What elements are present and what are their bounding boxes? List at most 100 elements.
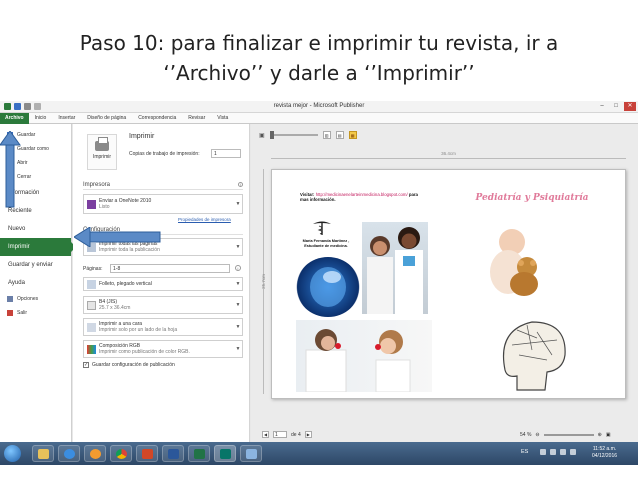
tray-volume-icon[interactable] <box>560 449 566 455</box>
tab-vista[interactable]: Vista <box>211 113 234 124</box>
chevron-down-icon: ▼ <box>235 244 241 250</box>
info-icon[interactable]: i <box>235 265 241 271</box>
multi-page-icon[interactable]: ▤ <box>335 131 344 139</box>
printer-dropdown[interactable]: Enviar a OneNote 2010 Listo ▼ <box>83 194 243 214</box>
preview-toolbar: ▣ ▥ ▤ ▦ <box>259 131 357 139</box>
zoom-in-icon[interactable]: ⊕ <box>598 432 602 438</box>
taskbar-ie[interactable] <box>58 445 80 462</box>
taskbar-publisher[interactable] <box>214 445 236 462</box>
save-settings-option[interactable]: ✓ Guardar configuración de publicación <box>83 362 175 368</box>
system-tray <box>540 449 576 455</box>
copies-input[interactable]: 1 <box>211 149 241 158</box>
chevron-down-icon: ▼ <box>235 201 241 207</box>
paper-sub: 25.7 x 36.4cm <box>99 305 131 311</box>
nav-opciones[interactable]: Opciones <box>0 292 71 306</box>
chevron-down-icon: ▼ <box>235 324 241 330</box>
sheet-view-icon[interactable]: ▦ <box>348 131 357 139</box>
tab-archivo[interactable]: Archivo <box>0 112 29 124</box>
nav-salir-label: Salir <box>17 310 28 316</box>
ribbon-tabs: Archivo Inicio Insertar Diseño de página… <box>0 112 638 124</box>
pages-input[interactable]: 1-8 <box>110 264 230 273</box>
prev-page-button[interactable]: ◀ <box>262 431 269 438</box>
nav-salir[interactable]: Salir <box>0 306 71 320</box>
zoom-slider[interactable] <box>543 434 594 436</box>
taskbar-word[interactable] <box>162 445 184 462</box>
paper-icon <box>87 300 96 310</box>
tab-insertar[interactable]: Insertar <box>52 113 81 124</box>
baby-photo <box>472 220 552 300</box>
color-dropdown[interactable]: Composición RGB Imprimir como publicació… <box>83 340 243 358</box>
phrenology-head-image <box>477 310 587 395</box>
print-heading: Imprimir <box>129 133 155 140</box>
layout-dropdown[interactable]: Folleto, plegado vertical ▼ <box>83 277 243 291</box>
language-indicator[interactable]: ES <box>521 449 528 455</box>
zoom-out-icon[interactable]: ▣ <box>259 132 265 139</box>
one-sided-icon <box>87 322 96 332</box>
start-button[interactable] <box>4 445 21 462</box>
fit-page-icon[interactable]: ▣ <box>606 432 611 438</box>
print-button[interactable]: Imprimir <box>87 134 117 170</box>
nav-ayuda[interactable]: Ayuda <box>0 274 71 292</box>
word-icon <box>168 449 179 459</box>
print-range-sub: Imprimir toda la publicación <box>99 247 160 253</box>
doctors-photo <box>362 222 428 314</box>
maximize-button[interactable]: □ <box>610 102 622 111</box>
horizontal-ruler: 36.4cm <box>271 151 626 159</box>
tab-diseno-pagina[interactable]: Diseño de página <box>81 113 132 124</box>
visit-text: Visitar: http://medicinaenelarteinmedici… <box>300 192 420 202</box>
print-preview: ▣ ▥ ▤ ▦ 36.4cm 25.7cm Visitar: http://me… <box>251 124 638 442</box>
phrenology-illustration <box>502 321 566 391</box>
print-button-label: Imprimir <box>92 154 112 160</box>
doctors-illustration <box>367 227 423 314</box>
exit-icon <box>7 310 13 316</box>
nav-guardar-enviar[interactable]: Guardar y enviar <box>0 256 71 274</box>
brain-illustration <box>310 267 346 307</box>
color-text: Composición RGB Imprimir como publicació… <box>99 343 234 355</box>
taskbar-powerpoint[interactable] <box>136 445 158 462</box>
taskbar-media[interactable] <box>84 445 106 462</box>
window-title: revista mejor - Microsoft Publisher <box>273 103 365 109</box>
clock-date: 04/12/2016 <box>592 453 618 459</box>
print-settings-panel: Imprimir Imprimir Copias de trabajo de i… <box>73 124 250 442</box>
nav-nuevo[interactable]: Nuevo <box>0 220 71 238</box>
paper-size-dropdown[interactable]: B4 (JIS) 25.7 x 36.4cm ▼ <box>83 296 243 314</box>
info-icon[interactable]: i <box>238 182 243 187</box>
paint-icon <box>246 449 257 459</box>
caduceus-icon <box>313 221 331 235</box>
zoom-out-icon[interactable]: ⊖ <box>535 432 539 438</box>
printer-dropdown-text: Enviar a OneNote 2010 Listo <box>99 198 234 210</box>
tray-battery-icon[interactable] <box>570 449 576 455</box>
save-settings-checkbox[interactable]: ✓ <box>83 362 89 368</box>
taskbar-excel[interactable] <box>188 445 210 462</box>
taskbar-explorer[interactable] <box>32 445 54 462</box>
nav-opciones-label: Opciones <box>17 296 39 302</box>
taskbar-paint[interactable] <box>240 445 262 462</box>
tab-correspondencia[interactable]: Correspondencia <box>132 113 182 124</box>
tray-network-icon[interactable] <box>550 449 556 455</box>
sides-dropdown[interactable]: Imprimir a una cara Imprimir solo por un… <box>83 318 243 336</box>
printer-section-heading: Impresora i <box>83 182 243 190</box>
tray-flag-icon[interactable] <box>540 449 546 455</box>
close-window-button[interactable]: ✕ <box>624 102 636 111</box>
tab-revisar[interactable]: Revisar <box>182 113 211 124</box>
ruler-toggle-icon[interactable]: ▥ <box>322 131 331 139</box>
ruler-h-label: 36.4cm <box>441 151 456 156</box>
printer-properties-link[interactable]: Propiedades de impresora <box>178 217 231 222</box>
next-page-button[interactable]: ▶ <box>304 431 312 438</box>
nav-imprimir[interactable]: Imprimir <box>0 238 76 256</box>
current-page-input[interactable]: 1 <box>273 431 287 438</box>
taskbar-clock[interactable]: 11:52 a.m. 04/12/2016 <box>592 446 617 460</box>
slide-title-line-1: Paso 10: para finalizar e imprimir tu re… <box>79 31 559 55</box>
minimize-button[interactable]: – <box>596 102 608 111</box>
chevron-down-icon: ▼ <box>235 346 241 352</box>
paper-text: B4 (JIS) 25.7 x 36.4cm <box>99 299 234 311</box>
baby-illustration <box>490 229 538 296</box>
clock-time: 11:52 a.m. <box>592 446 617 452</box>
layout-text: Folleto, plegado vertical <box>99 281 152 287</box>
vertical-ruler: 25.7cm <box>256 169 266 394</box>
powerpoint-icon <box>142 449 153 459</box>
tab-inicio[interactable]: Inicio <box>29 113 53 124</box>
taskbar-chrome[interactable] <box>110 445 132 462</box>
headline: Pediatría y Psiquiatría <box>475 193 589 203</box>
transparency-slider[interactable] <box>269 131 318 139</box>
